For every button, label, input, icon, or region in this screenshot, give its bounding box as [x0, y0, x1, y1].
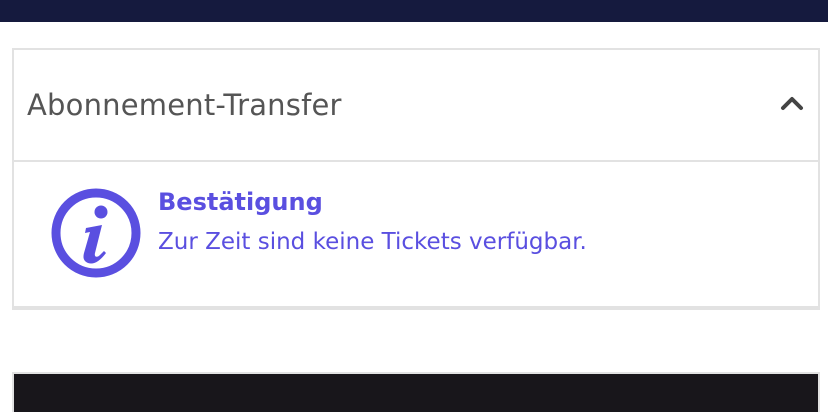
accordion-body: Bestätigung Zur Zeit sind keine Tickets … [14, 162, 818, 306]
info-icon [51, 188, 141, 278]
panel-title: Abonnement-Transfer [27, 88, 342, 122]
top-navigation-bar [0, 0, 828, 22]
message-title: Bestätigung [158, 188, 323, 216]
transfer-accordion-panel: Abonnement-Transfer Bestätigung Zur Zeit… [12, 48, 820, 310]
bottom-dark-section [12, 372, 820, 412]
message-text: Zur Zeit sind keine Tickets verfügbar. [158, 229, 587, 255]
accordion-header[interactable]: Abonnement-Transfer [14, 50, 818, 162]
info-message: Bestätigung Zur Zeit sind keine Tickets … [158, 186, 587, 258]
chevron-up-icon[interactable] [780, 95, 804, 111]
